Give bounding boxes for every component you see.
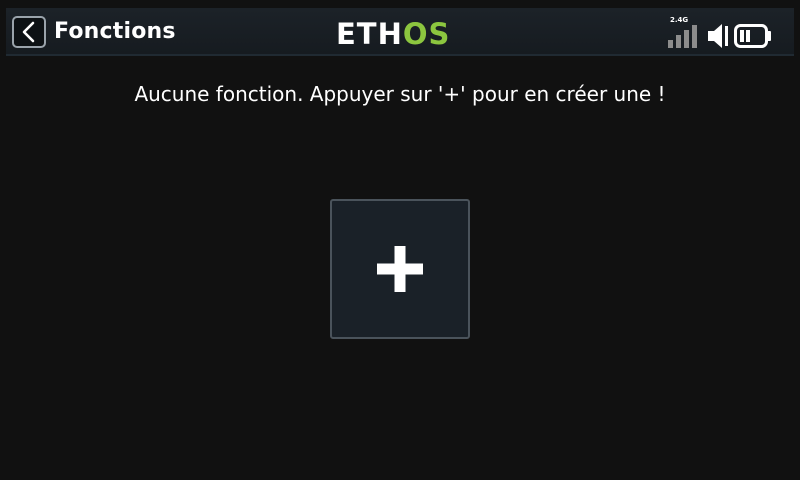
screen: Fonctions ETHOS 2.4G Aucune fonction. Ap… xyxy=(0,0,800,480)
signal-strength-icon xyxy=(668,25,697,48)
volume-icon xyxy=(708,24,728,48)
ethos-logo: ETHOS xyxy=(336,19,450,49)
page-title: Fonctions xyxy=(54,19,176,44)
plus-icon xyxy=(377,246,423,292)
status-area: 2.4G xyxy=(668,14,788,50)
back-arrow-icon xyxy=(22,21,35,43)
top-bar: Fonctions ETHOS 2.4G xyxy=(0,0,800,62)
empty-message: Aucune fonction. Appuyer sur '+' pour en… xyxy=(134,82,666,106)
logo-part-2: OS xyxy=(402,17,451,51)
battery-icon xyxy=(734,24,771,48)
rf-band-label: 2.4G xyxy=(670,16,689,24)
logo-part-1: ETH xyxy=(336,17,403,51)
add-function-button[interactable] xyxy=(330,199,470,339)
header-bar: Fonctions ETHOS 2.4G xyxy=(6,8,794,56)
back-button[interactable] xyxy=(12,16,46,48)
